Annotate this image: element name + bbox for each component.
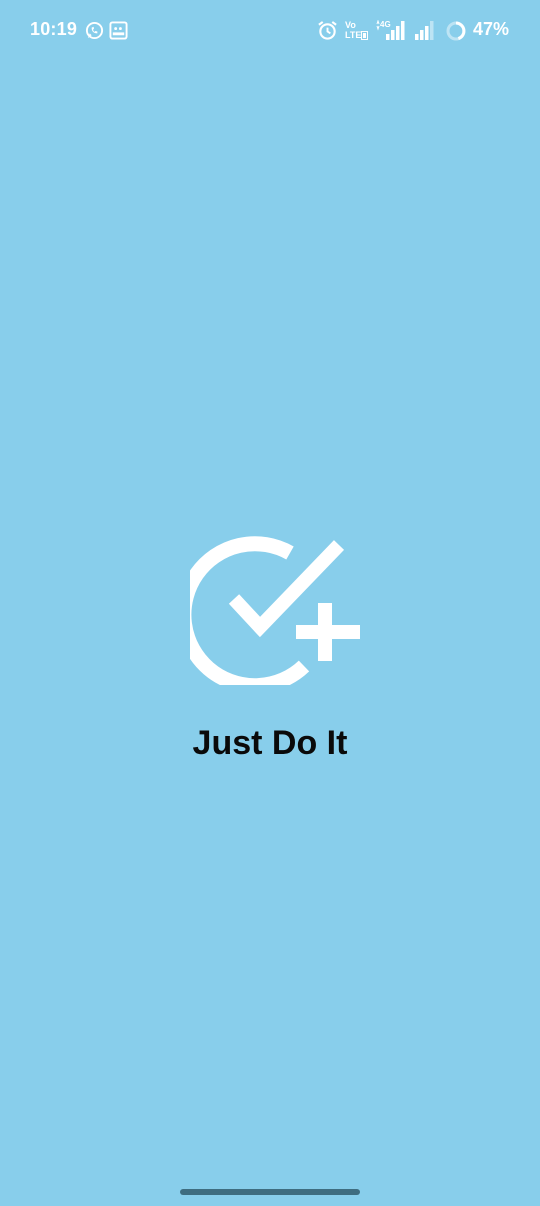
gallery-notification-icon	[109, 21, 128, 40]
battery-percent: 47%	[472, 19, 509, 39]
check-circle-plus-icon	[190, 536, 360, 685]
home-indicator[interactable]	[180, 1189, 360, 1195]
signal-icon	[376, 20, 405, 40]
battery-ring-icon	[446, 21, 466, 41]
alarm-icon	[318, 21, 337, 40]
signal-icon-2	[415, 21, 434, 40]
app-title: Just Do It	[192, 724, 348, 762]
lte-secondary-icon	[361, 31, 368, 40]
volte-label: Vo	[345, 20, 356, 30]
whatsapp-icon	[85, 21, 104, 40]
status-bar: 10:19 Vo LTE 4G 47%	[0, 0, 540, 62]
lte-label: LTE	[345, 30, 362, 40]
status-time: 10:19	[30, 19, 78, 39]
